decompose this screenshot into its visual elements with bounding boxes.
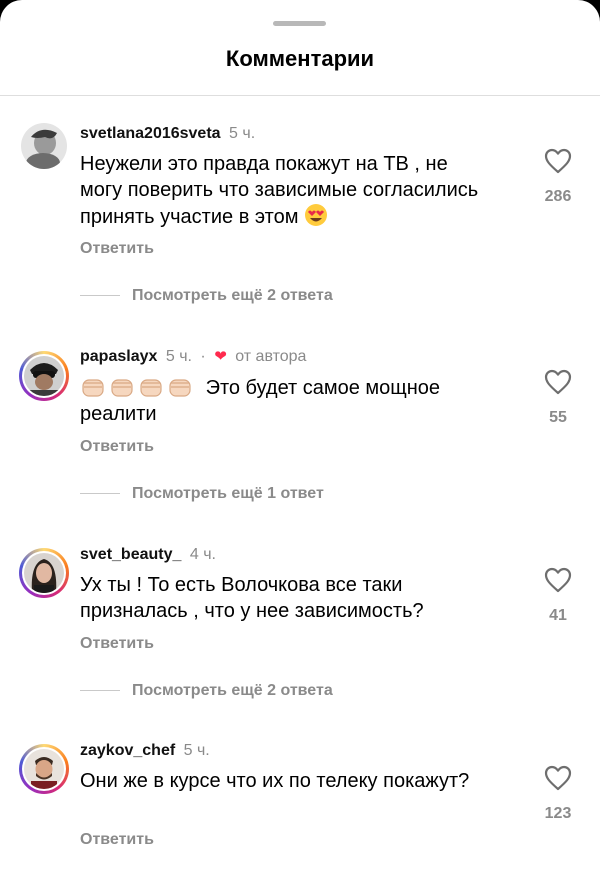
- avatar-photo: [24, 356, 64, 396]
- view-more-replies[interactable]: Посмотреть ещё 2 ответа: [80, 287, 333, 305]
- avatar[interactable]: [19, 351, 69, 401]
- reply-button[interactable]: Ответить: [80, 240, 154, 258]
- comment-username[interactable]: svet_beauty_: [80, 546, 181, 563]
- heart-filled-icon: ❤: [214, 348, 227, 365]
- view-more-replies[interactable]: Посмотреть ещё 1 ответ: [80, 485, 324, 503]
- comments-sheet: Комментарии svetlana2016sveta 5 ч. Неуже…: [0, 0, 600, 870]
- comment-text: Ух ты ! То есть Волочкова все таки призн…: [80, 574, 424, 622]
- comment-text-body: Неужели это правда покажут на ТВ , не мо…: [80, 153, 479, 228]
- view-more-label: Посмотреть ещё 2 ответа: [132, 287, 333, 304]
- like-count: 55: [549, 409, 567, 426]
- comment-text: Неужели это правда покажут на ТВ , не мо…: [80, 151, 490, 230]
- like-control: 123: [538, 765, 578, 823]
- like-control: 55: [538, 369, 578, 427]
- view-more-label: Посмотреть ещё 2 ответа: [132, 682, 333, 699]
- like-control: 41: [538, 567, 578, 625]
- comment-text: Это будет самое мощное реалити: [80, 374, 490, 427]
- heart-outline-icon[interactable]: [538, 567, 578, 593]
- view-more-label: Посмотреть ещё 1 ответ: [132, 485, 324, 502]
- reply-button[interactable]: Ответить: [80, 831, 154, 849]
- comment-time: 5 ч.: [229, 125, 256, 142]
- header-divider: [0, 95, 600, 96]
- avatar[interactable]: [21, 123, 67, 169]
- replies-line: [80, 493, 120, 495]
- like-count: 41: [549, 607, 567, 624]
- reply-button[interactable]: Ответить: [80, 635, 154, 653]
- drag-handle[interactable]: [273, 21, 326, 26]
- avatar-photo: [24, 553, 64, 593]
- heart-eyes-emoji-icon: [304, 203, 328, 227]
- raised-fist-emoji-icon: [80, 377, 206, 399]
- view-more-replies[interactable]: Посмотреть ещё 2 ответа: [80, 682, 333, 700]
- avatar[interactable]: [19, 744, 69, 794]
- comment-username[interactable]: svetlana2016sveta: [80, 125, 221, 142]
- avatar-photo: [24, 749, 64, 789]
- avatar[interactable]: [19, 548, 69, 598]
- sheet-title: Комментарии: [225, 46, 375, 71]
- replies-line: [80, 295, 120, 297]
- comment-username[interactable]: zaykov_chef: [80, 742, 175, 759]
- author-liked-label: от автора: [235, 348, 307, 365]
- comment-time: 4 ч.: [189, 546, 216, 563]
- replies-line: [80, 690, 120, 692]
- heart-outline-icon[interactable]: [538, 765, 578, 791]
- comment-text: Они же в курсе что их по телеку покажут?: [80, 770, 470, 792]
- reply-button[interactable]: Ответить: [80, 438, 154, 456]
- comment-username[interactable]: papaslayx: [80, 348, 157, 365]
- heart-outline-icon[interactable]: [538, 148, 578, 174]
- heart-outline-icon[interactable]: [538, 369, 578, 395]
- comment-time: 5 ч.: [183, 742, 210, 759]
- like-control: 286: [538, 148, 578, 206]
- meta-separator: ·: [200, 348, 206, 365]
- like-count: 123: [544, 805, 572, 822]
- comment-time: 5 ч.: [165, 348, 192, 365]
- like-count: 286: [544, 188, 572, 205]
